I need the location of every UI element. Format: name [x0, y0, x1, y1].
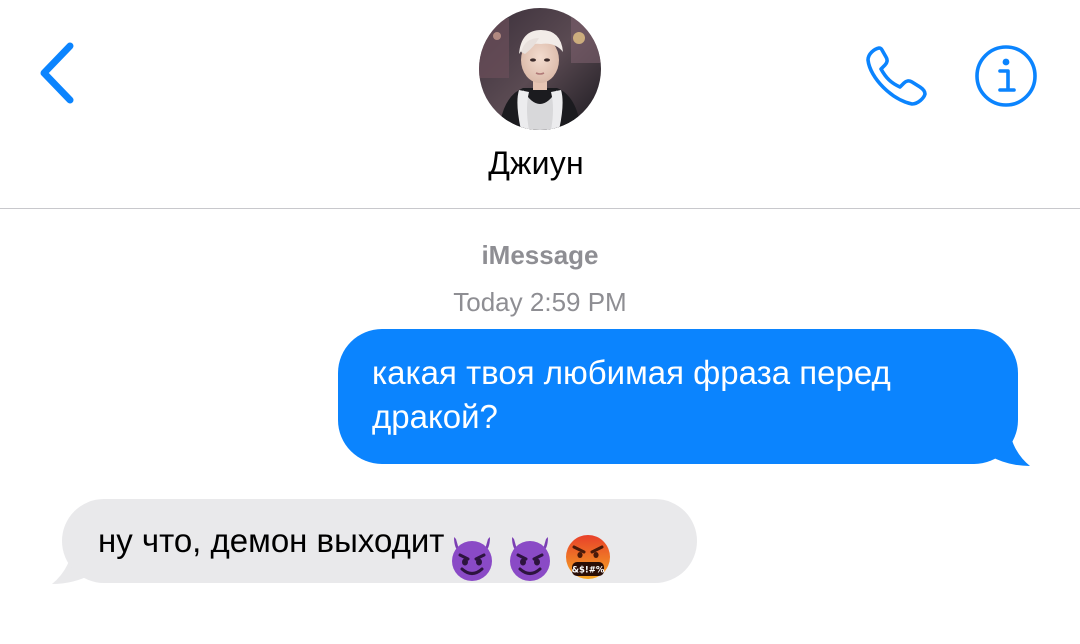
contact-name[interactable]: Джиун — [0, 145, 1072, 182]
message-timestamp: Today 2:59 PM — [0, 287, 1080, 318]
outgoing-message-text: какая твоя любимая фраза перед дракой? — [372, 354, 891, 435]
emoji-group: &$!#% — [444, 512, 618, 581]
back-button[interactable] — [30, 38, 90, 108]
timestamp-time: 2:59 PM — [529, 287, 627, 317]
outgoing-message-bubble[interactable]: какая твоя любимая фраза перед дракой? — [338, 329, 1018, 464]
phone-icon — [866, 46, 927, 106]
emoji-symbols-text: &$!#% — [572, 565, 605, 575]
service-label: iMessage — [481, 240, 599, 270]
smiling-imp-emoji — [510, 536, 551, 581]
timestamp-day: Today — [453, 287, 523, 317]
face-with-symbols-on-mouth-emoji: &$!#% — [566, 534, 611, 579]
messages-screen: Джиун iMessage Today 2:59 PM какая твоя … — [0, 0, 1080, 644]
call-button[interactable] — [860, 40, 934, 112]
smiling-imp-emoji — [452, 536, 493, 581]
info-icon — [975, 45, 1037, 107]
incoming-message-bubble[interactable]: ну что, демон выходит &$!#% — [62, 499, 697, 583]
conversation-header: Джиун — [0, 0, 1080, 209]
chevron-left-icon — [40, 42, 74, 104]
avatar[interactable] — [479, 8, 601, 130]
incoming-message-text: ну что, демон выходит — [98, 522, 445, 559]
info-button[interactable] — [972, 42, 1040, 110]
